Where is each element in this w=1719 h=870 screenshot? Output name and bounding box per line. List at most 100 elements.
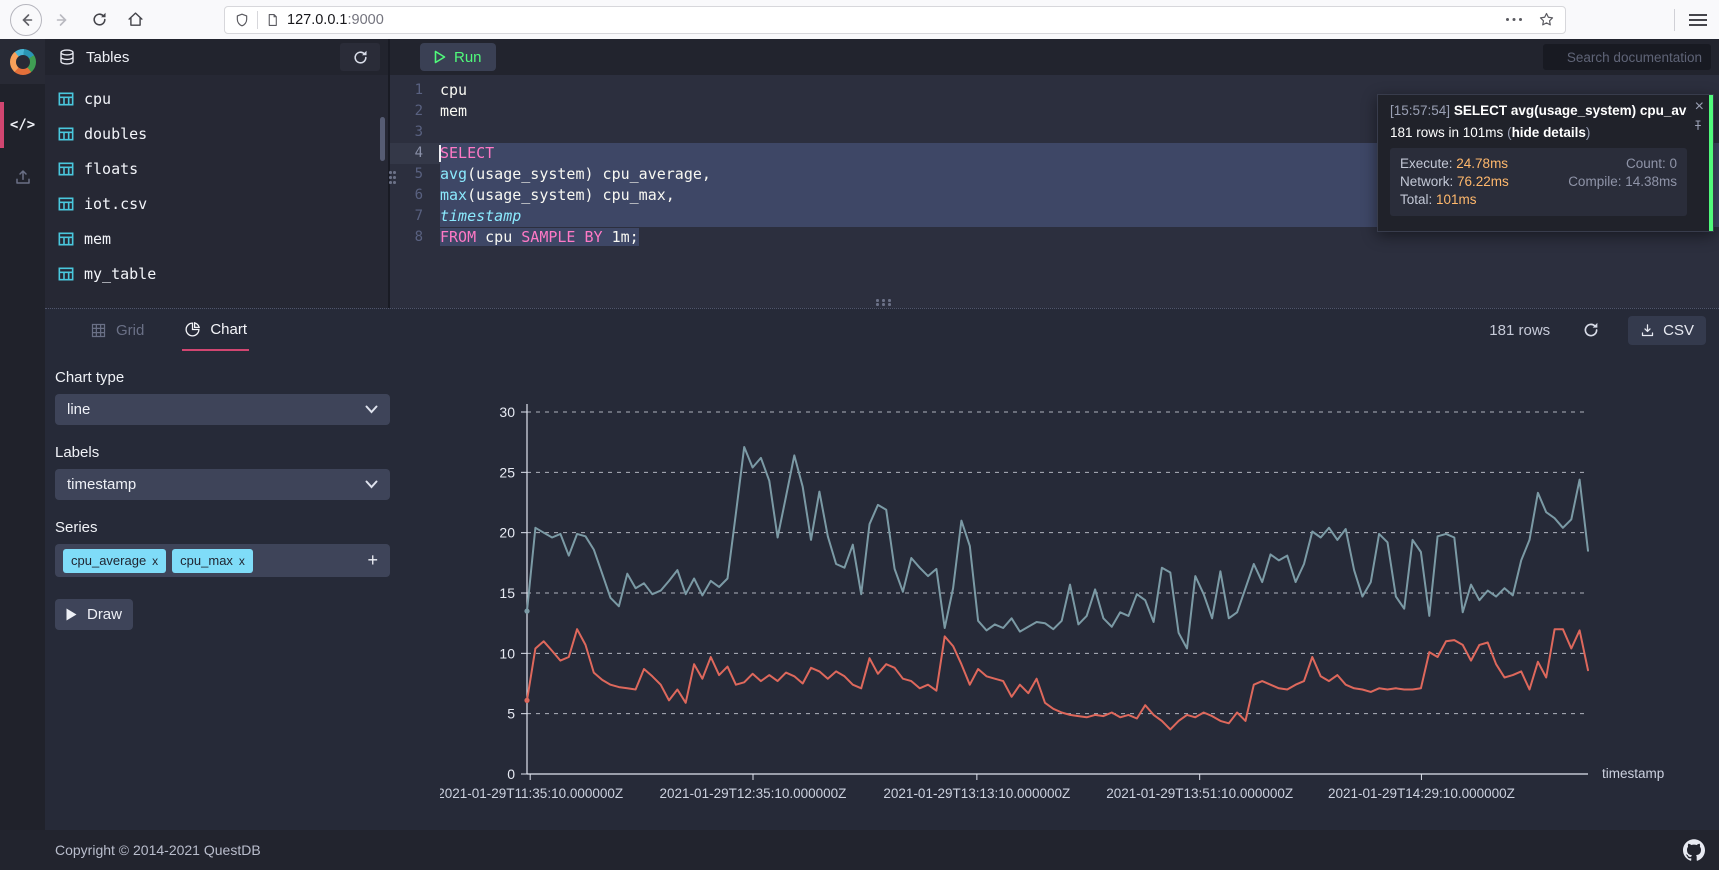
stat-label: Network: bbox=[1400, 174, 1457, 189]
tab-grid[interactable]: Grid bbox=[90, 309, 144, 351]
code-token: cpu bbox=[476, 228, 521, 246]
shield-icon bbox=[235, 12, 249, 28]
close-icon[interactable]: × bbox=[1695, 99, 1704, 115]
chart-canvas: 0510152025302021-01-29T11:35:10.000000Z2… bbox=[440, 366, 1680, 811]
remove-chip-icon[interactable]: x bbox=[239, 554, 245, 568]
github-icon bbox=[1683, 839, 1705, 861]
results-refresh-button[interactable] bbox=[1582, 321, 1600, 339]
notification-title: [15:57:54] SELECT avg(usage_system) cpu_… bbox=[1390, 103, 1687, 118]
stat-value: 24.78ms bbox=[1456, 156, 1508, 171]
panel-resize-handle-vertical[interactable] bbox=[389, 171, 397, 185]
code-token: (usage_system) cpu_max, bbox=[467, 186, 675, 204]
table-row-my_table[interactable]: my_table bbox=[45, 256, 388, 291]
code-token: (usage_system) cpu_average, bbox=[467, 165, 711, 183]
draw-button[interactable]: Draw bbox=[55, 599, 133, 630]
run-button[interactable]: Run bbox=[420, 43, 496, 71]
series-input[interactable]: cpu_averagexcpu_maxx + bbox=[55, 544, 390, 577]
url-host: 127.0.0.1 bbox=[287, 12, 347, 28]
series-chip-cpu_average[interactable]: cpu_average x bbox=[63, 549, 166, 573]
tab-chart[interactable]: Chart bbox=[182, 309, 249, 351]
rail-item-import[interactable] bbox=[0, 154, 45, 200]
stat-row: Total: 101ms bbox=[1400, 191, 1551, 209]
play-icon bbox=[434, 50, 446, 64]
editor-toolbar: Run bbox=[390, 39, 1719, 75]
tables-scrollbar[interactable] bbox=[380, 117, 385, 161]
series-label: Series bbox=[55, 519, 390, 536]
stat-value-dim: 0 bbox=[1669, 156, 1677, 171]
x-tick-label: 2021-01-29T14:29:10.000000Z bbox=[1328, 786, 1515, 801]
browser-toolbar-end bbox=[1660, 9, 1707, 31]
url-bar[interactable]: 127.0.0.1:9000 bbox=[224, 6, 1566, 34]
results-actions: 181 rows CSV bbox=[1489, 316, 1706, 345]
github-link[interactable] bbox=[1683, 839, 1705, 861]
x-axis-title: timestamp bbox=[1602, 766, 1664, 781]
table-icon bbox=[58, 232, 74, 246]
chart-type-value: line bbox=[67, 401, 365, 418]
line-number: 1 bbox=[390, 80, 440, 101]
browser-home-button[interactable] bbox=[120, 5, 150, 35]
line-number: 7 bbox=[390, 206, 440, 227]
pie-chart-icon bbox=[184, 321, 201, 338]
table-row-mem[interactable]: mem bbox=[45, 221, 388, 256]
add-series-icon[interactable]: + bbox=[367, 550, 382, 571]
code-token: avg bbox=[440, 165, 467, 183]
stat-value: 76.22ms bbox=[1457, 174, 1509, 189]
draw-button-label: Draw bbox=[87, 606, 122, 623]
pin-icon[interactable] bbox=[1692, 119, 1704, 132]
line-number: 3 bbox=[390, 122, 440, 143]
back-arrow-icon bbox=[18, 12, 34, 28]
browser-forward-button[interactable] bbox=[48, 5, 78, 35]
code-token: SELECT bbox=[440, 144, 494, 162]
refresh-icon bbox=[352, 49, 369, 66]
bookmark-star-icon[interactable] bbox=[1538, 11, 1555, 28]
query-stats-left: Execute: 24.78msNetwork: 76.22msTotal: 1… bbox=[1400, 155, 1551, 209]
hide-details-link[interactable]: hide details bbox=[1512, 125, 1586, 140]
table-row-cpu[interactable]: cpu bbox=[45, 81, 388, 116]
stat-row: Network: 76.22ms bbox=[1400, 173, 1551, 191]
browser-back-button[interactable] bbox=[10, 4, 42, 36]
tables-panel: Tables cpudoublesfloats iot.csv memmy_tabl… bbox=[45, 39, 390, 308]
table-row-iot.csv[interactable]: iot.csv bbox=[45, 186, 388, 221]
line-number: 2 bbox=[390, 101, 440, 122]
menu-icon[interactable] bbox=[1689, 14, 1707, 26]
search-documentation-input[interactable] bbox=[1543, 44, 1711, 70]
series-start-marker-cpu_average bbox=[524, 698, 529, 703]
table-row-floats[interactable]: floats bbox=[45, 151, 388, 186]
panel-resize-handle-horizontal[interactable] bbox=[876, 299, 892, 306]
footer: Copyright © 2014-2021 QuestDB bbox=[0, 830, 1719, 870]
download-icon bbox=[1640, 323, 1655, 338]
y-tick-label: 20 bbox=[499, 525, 515, 541]
code-icon: </> bbox=[10, 117, 35, 133]
run-button-label: Run bbox=[454, 49, 482, 66]
browser-reload-button[interactable] bbox=[84, 5, 114, 35]
series-chip-cpu_max[interactable]: cpu_maxx bbox=[172, 549, 253, 573]
results-panel: Grid Chart 181 rows CSV Chart type line bbox=[45, 308, 1719, 830]
stat-row: Count: 0 bbox=[1551, 155, 1677, 173]
toolbar-separator bbox=[1674, 9, 1675, 31]
tab-chart-label: Chart bbox=[210, 321, 247, 338]
grid-icon bbox=[90, 322, 107, 339]
rail-item-console[interactable]: </> bbox=[0, 102, 45, 148]
remove-chip-icon[interactable]: x bbox=[152, 554, 158, 568]
tables-panel-header: Tables bbox=[45, 39, 388, 75]
code-token: cpu bbox=[440, 81, 467, 99]
table-row-doubles[interactable]: doubles bbox=[45, 116, 388, 151]
tables-refresh-button[interactable] bbox=[340, 43, 380, 71]
page-actions-icon[interactable] bbox=[1506, 18, 1524, 22]
table-name: iot.csv bbox=[84, 195, 147, 213]
chart-type-select[interactable]: line bbox=[55, 394, 390, 425]
csv-button-label: CSV bbox=[1663, 322, 1694, 339]
line-number: 6 bbox=[390, 185, 440, 206]
line-number: 8 bbox=[390, 227, 440, 248]
play-icon bbox=[66, 608, 77, 621]
stat-value: 101ms bbox=[1436, 192, 1477, 207]
page-icon bbox=[266, 12, 279, 28]
labels-select[interactable]: timestamp bbox=[55, 469, 390, 500]
x-tick-label: 2021-01-29T13:51:10.000000Z bbox=[1106, 786, 1293, 801]
questdb-logo[interactable] bbox=[0, 39, 45, 84]
tables-list: cpudoublesfloats iot.csv memmy_table bbox=[45, 75, 388, 291]
series-chip-label: cpu_average bbox=[71, 553, 146, 568]
query-stats-right: Count: 0Compile: 14.38ms bbox=[1551, 155, 1677, 209]
selected-code: FROM cpu SAMPLE BY 1m; bbox=[440, 228, 639, 246]
download-csv-button[interactable]: CSV bbox=[1628, 316, 1706, 345]
